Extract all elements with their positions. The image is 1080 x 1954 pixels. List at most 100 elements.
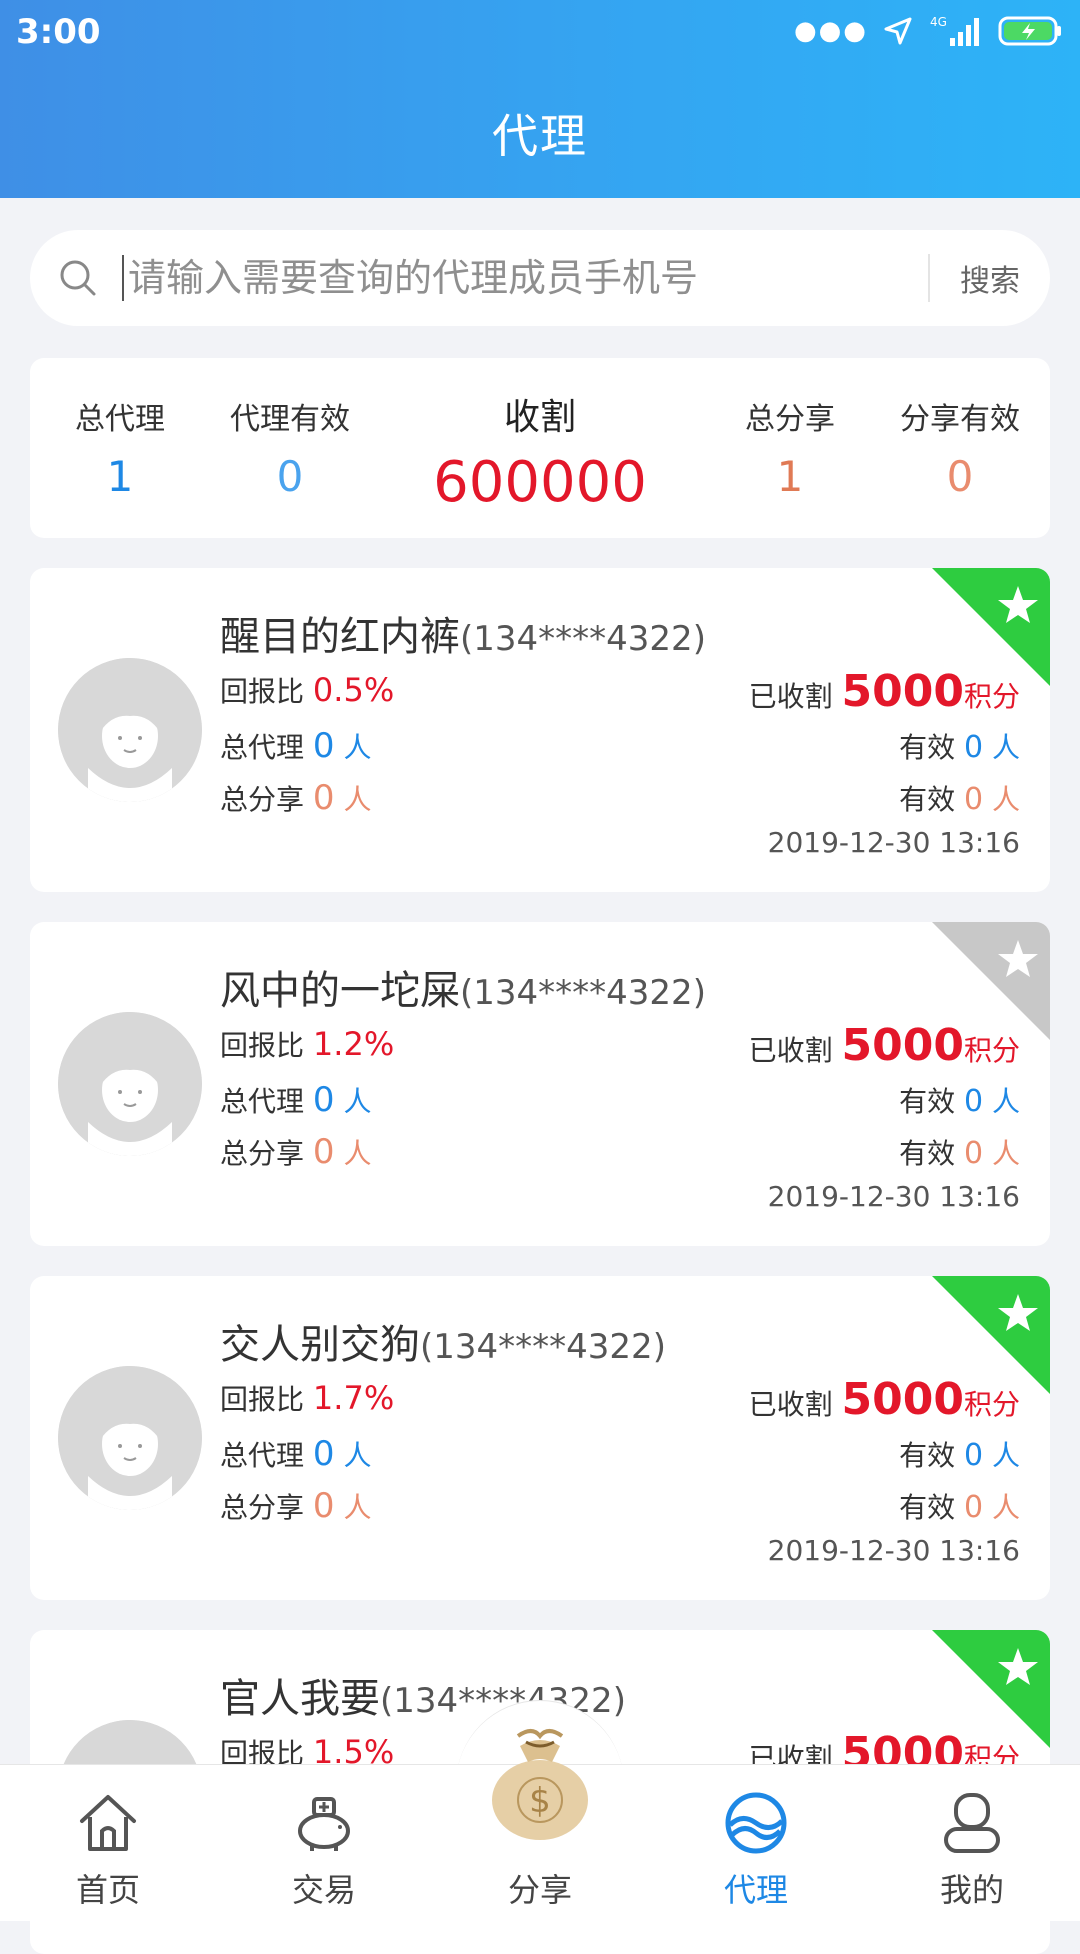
agent-icon: [725, 1792, 787, 1854]
harvested-row: 已收割 5000积分: [749, 666, 1020, 717]
total-agent-row: 总代理 0 人: [220, 1434, 371, 1474]
tab-mine[interactable]: 我的: [864, 1765, 1080, 1921]
person-unit: 人: [991, 1137, 1020, 1170]
valid-agents-row: 有效 0 人: [899, 1434, 1020, 1474]
total-agent-value: 0: [312, 1434, 335, 1474]
search-button[interactable]: 搜索: [930, 255, 1050, 301]
ratio-value: 0.5%: [312, 671, 395, 709]
stat-label: 分享有效: [900, 402, 1020, 437]
return-ratio-row: 回报比 1.2%: [220, 1024, 394, 1064]
tab-label: 代理: [723, 1871, 788, 1909]
stat-total-shares: 总分享 1: [720, 394, 860, 501]
avatar: [58, 1366, 202, 1510]
agent-name: 交人别交狗(134****4322): [220, 1312, 666, 1370]
total-share-value: 0: [312, 1486, 335, 1526]
valid-label: 有效: [899, 1491, 956, 1524]
person-unit: 人: [991, 731, 1020, 764]
avatar: [58, 658, 202, 802]
status-icons: ●●● 4G: [794, 14, 1064, 48]
harvested-label: 已收割: [748, 1388, 833, 1421]
person-unit: 人: [343, 1491, 372, 1524]
total-agent-row: 总代理 0 人: [220, 726, 371, 766]
person-unit: 人: [991, 1085, 1020, 1118]
harvested-value: 5000: [841, 1020, 964, 1071]
person-unit: 人: [991, 1491, 1020, 1524]
stat-value: 0: [276, 452, 304, 501]
agent-name-text: 风中的一坨屎: [220, 968, 460, 1014]
stat-value: 0: [946, 452, 974, 501]
valid-label: 有效: [899, 731, 956, 764]
network-type-label: 4G: [930, 15, 947, 29]
valid-agents-value: 0: [963, 1438, 984, 1473]
valid-shares-value: 0: [963, 782, 984, 817]
total-share-row: 总分享 0 人: [220, 1486, 371, 1526]
ratio-label: 回报比: [220, 675, 305, 708]
valid-label: 有效: [899, 1085, 956, 1118]
default-avatar-icon: [58, 658, 202, 802]
valid-agents-row: 有效 0 人: [899, 1080, 1020, 1120]
total-agent-row: 总代理 0 人: [220, 1080, 371, 1120]
money-bag-icon[interactable]: $: [482, 1712, 598, 1842]
valid-shares-row: 有效 0 人: [899, 778, 1020, 818]
status-bar: 3:00 ●●● 4G: [0, 0, 1080, 66]
agent-name-text: 交人别交狗: [220, 1322, 420, 1368]
summary-card: 总代理 1 代理有效 0 收割 600000 总分享 1 分享有效 0: [30, 358, 1050, 538]
tab-home[interactable]: 首页: [0, 1765, 216, 1921]
ratio-value: 1.7%: [312, 1379, 395, 1417]
valid-shares-value: 0: [963, 1490, 984, 1525]
location-arrow-icon: [882, 15, 914, 47]
tab-trade[interactable]: 交易: [216, 1765, 432, 1921]
ratio-value: 1.2%: [312, 1025, 395, 1063]
total-share-label: 总分享: [220, 783, 305, 816]
total-share-row: 总分享 0 人: [220, 1132, 371, 1172]
search-input[interactable]: [124, 256, 928, 300]
total-share-value: 0: [312, 778, 335, 818]
valid-agents-value: 0: [963, 730, 984, 765]
harvested-label: 已收割: [748, 680, 833, 713]
valid-shares-value: 0: [963, 1136, 984, 1171]
agent-phone: (134****4322): [460, 619, 706, 659]
harvested-label: 已收割: [748, 1034, 833, 1067]
tab-agent[interactable]: 代理: [648, 1765, 864, 1921]
page-title: 代理: [492, 109, 588, 163]
person-unit: 人: [343, 1085, 372, 1118]
battery-icon: [998, 14, 1064, 48]
signal-4g-icon: 4G: [928, 14, 984, 48]
agent-card[interactable]: 醒目的红内裤(134****4322) 回报比 0.5% 总代理 0 人 总分享…: [30, 568, 1050, 892]
total-agent-value: 0: [312, 1080, 335, 1120]
person-unit: 人: [991, 783, 1020, 816]
person-unit: 人: [343, 783, 372, 816]
app-header: 3:00 ●●● 4G 代理: [0, 0, 1080, 198]
harvested-row: 已收割 5000积分: [749, 1374, 1020, 1425]
total-agent-value: 0: [312, 726, 335, 766]
points-unit: 积分: [963, 1388, 1020, 1421]
agent-card[interactable]: 交人别交狗(134****4322) 回报比 1.7% 总代理 0 人 总分享 …: [30, 1276, 1050, 1600]
harvested-value: 5000: [841, 1374, 964, 1425]
stat-value: 1: [776, 452, 804, 501]
stat-harvest: 收割 600000: [420, 388, 660, 515]
total-agent-label: 总代理: [220, 1439, 305, 1472]
total-share-value: 0: [312, 1132, 335, 1172]
valid-agents-value: 0: [963, 1084, 984, 1119]
person-unit: 人: [991, 1439, 1020, 1472]
agent-card[interactable]: 风中的一坨屎(134****4322) 回报比 1.2% 总代理 0 人 总分享…: [30, 922, 1050, 1246]
ratio-label: 回报比: [220, 1029, 305, 1062]
points-unit: 积分: [963, 680, 1020, 713]
return-ratio-row: 回报比 1.7%: [220, 1378, 394, 1418]
search-bar: 搜索: [30, 230, 1050, 326]
agent-date: 2019-12-30 13:16: [767, 826, 1020, 859]
profile-icon: [944, 1793, 1000, 1853]
harvested-row: 已收割 5000积分: [749, 1020, 1020, 1071]
valid-agents-row: 有效 0 人: [899, 726, 1020, 766]
status-time: 3:00: [16, 12, 101, 52]
stat-label: 总分享: [745, 402, 835, 437]
search-icon[interactable]: [58, 258, 98, 298]
stat-label: 代理有效: [230, 402, 350, 437]
agent-phone: (134****4322): [420, 1327, 666, 1367]
stat-label: 收割: [503, 397, 576, 438]
default-avatar-icon: [58, 1366, 202, 1510]
valid-label: 有效: [899, 783, 956, 816]
person-unit: 人: [343, 1137, 372, 1170]
agent-name: 醒目的红内裤(134****4322): [220, 604, 706, 662]
valid-label: 有效: [899, 1439, 956, 1472]
